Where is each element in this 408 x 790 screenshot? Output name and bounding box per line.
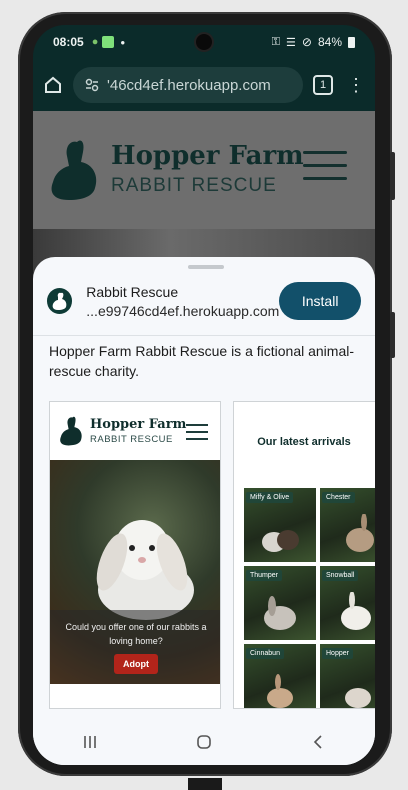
white-rabbit-image [96,520,194,620]
sheet-drag-handle[interactable] [188,265,224,269]
system-navigation-bar [33,719,375,765]
address-bar[interactable]: '46cd4ef.herokuapp.com [73,67,303,103]
rabbit-name: Hopper [322,648,353,659]
home-nav-icon [197,735,211,749]
rabbit-logo-icon [60,416,82,446]
install-button[interactable]: Install [279,282,361,320]
home-icon[interactable] [43,75,63,95]
site-title: Hopper Farm [111,141,304,171]
divider [33,335,375,336]
mini-menu-icon [186,424,208,445]
home-button[interactable] [184,727,224,757]
app-screenshot-home[interactable]: Hopper Farm RABBIT RESCUE Could you offe… [49,401,221,709]
status-time: 08:05 [53,35,84,49]
power-button [390,312,395,358]
app-url: ...e99746cd4ef.herokuapp.com [86,302,280,319]
site-menu-icon[interactable] [303,151,347,190]
rabbit-name: Thumper [246,570,283,581]
rabbit-name: Snowball [322,570,359,581]
charging-cable [188,778,222,790]
rabbit-tile: Cinnabun [244,644,316,708]
volume-button [390,152,395,200]
rabbit-tile: Snowball [320,566,375,640]
rabbit-tile: Thumper [244,566,316,640]
app-notification-icon [102,36,115,48]
back-button[interactable] [298,727,338,757]
hero-overlay: Could you offer one of our rabbits a lov… [50,610,220,684]
app-icon [47,288,73,314]
rabbit-logo-icon [51,140,97,200]
recent-apps-button[interactable] [70,727,110,757]
hero-image: Could you offer one of our rabbits a lov… [50,460,220,684]
site-settings-icon[interactable] [85,78,99,92]
rabbit-tile: Hopper [320,644,375,708]
dot-icon: ● [120,37,126,47]
hero-text: Could you offer one of our rabbits a lov… [65,622,207,646]
android-icon: ● [91,36,99,48]
do-not-disturb-icon: ⊘ [301,35,312,49]
battery-icon [348,36,355,48]
app-name: Rabbit Rescue [86,283,179,300]
app-screenshot-arrivals[interactable]: Our latest arrivals Miffy & Olive Cheste… [233,401,375,709]
wifi-icon: ☰ [286,36,296,49]
phone-screen: 08:05 ● ● ⚿ ☰ ⊘ 84% '46cd4ef.herokuapp.c… [33,25,375,765]
install-bottom-sheet: Rabbit Rescue ...e99746cd4ef.herokuapp.c… [33,257,375,765]
rabbit-name: Chester [322,492,355,503]
mini-site-header: Hopper Farm RABBIT RESCUE [50,402,220,460]
rabbit-tile: Miffy & Olive [244,488,316,562]
url-text: '46cd4ef.herokuapp.com [107,76,271,94]
site-subtitle: RABBIT RESCUE [111,175,277,196]
mini-site-title: Hopper Farm [90,417,187,432]
browser-toolbar: '46cd4ef.herokuapp.com 1 ⋮ [33,59,375,111]
site-header: Hopper Farm RABBIT RESCUE [33,111,375,229]
rabbit-name: Cinnabun [246,648,284,659]
arrivals-heading: Our latest arrivals [257,436,351,448]
mini-site-subtitle: RABBIT RESCUE [90,434,173,445]
rabbit-name: Miffy & Olive [246,492,294,503]
more-menu-icon[interactable]: ⋮ [347,76,365,94]
tab-switcher-button[interactable]: 1 [313,75,333,95]
back-icon [313,735,322,749]
vpn-key-icon: ⚿ [271,35,281,48]
adopt-button: Adopt [114,654,158,674]
recent-apps-icon [84,736,96,748]
rabbit-tile: Chester [320,488,375,562]
app-description: Hopper Farm Rabbit Rescue is a fictional… [49,343,355,379]
front-camera [196,34,212,50]
app-info-row: Rabbit Rescue ...e99746cd4ef.herokuapp.c… [47,279,361,323]
battery-percent: 84% [317,35,342,49]
